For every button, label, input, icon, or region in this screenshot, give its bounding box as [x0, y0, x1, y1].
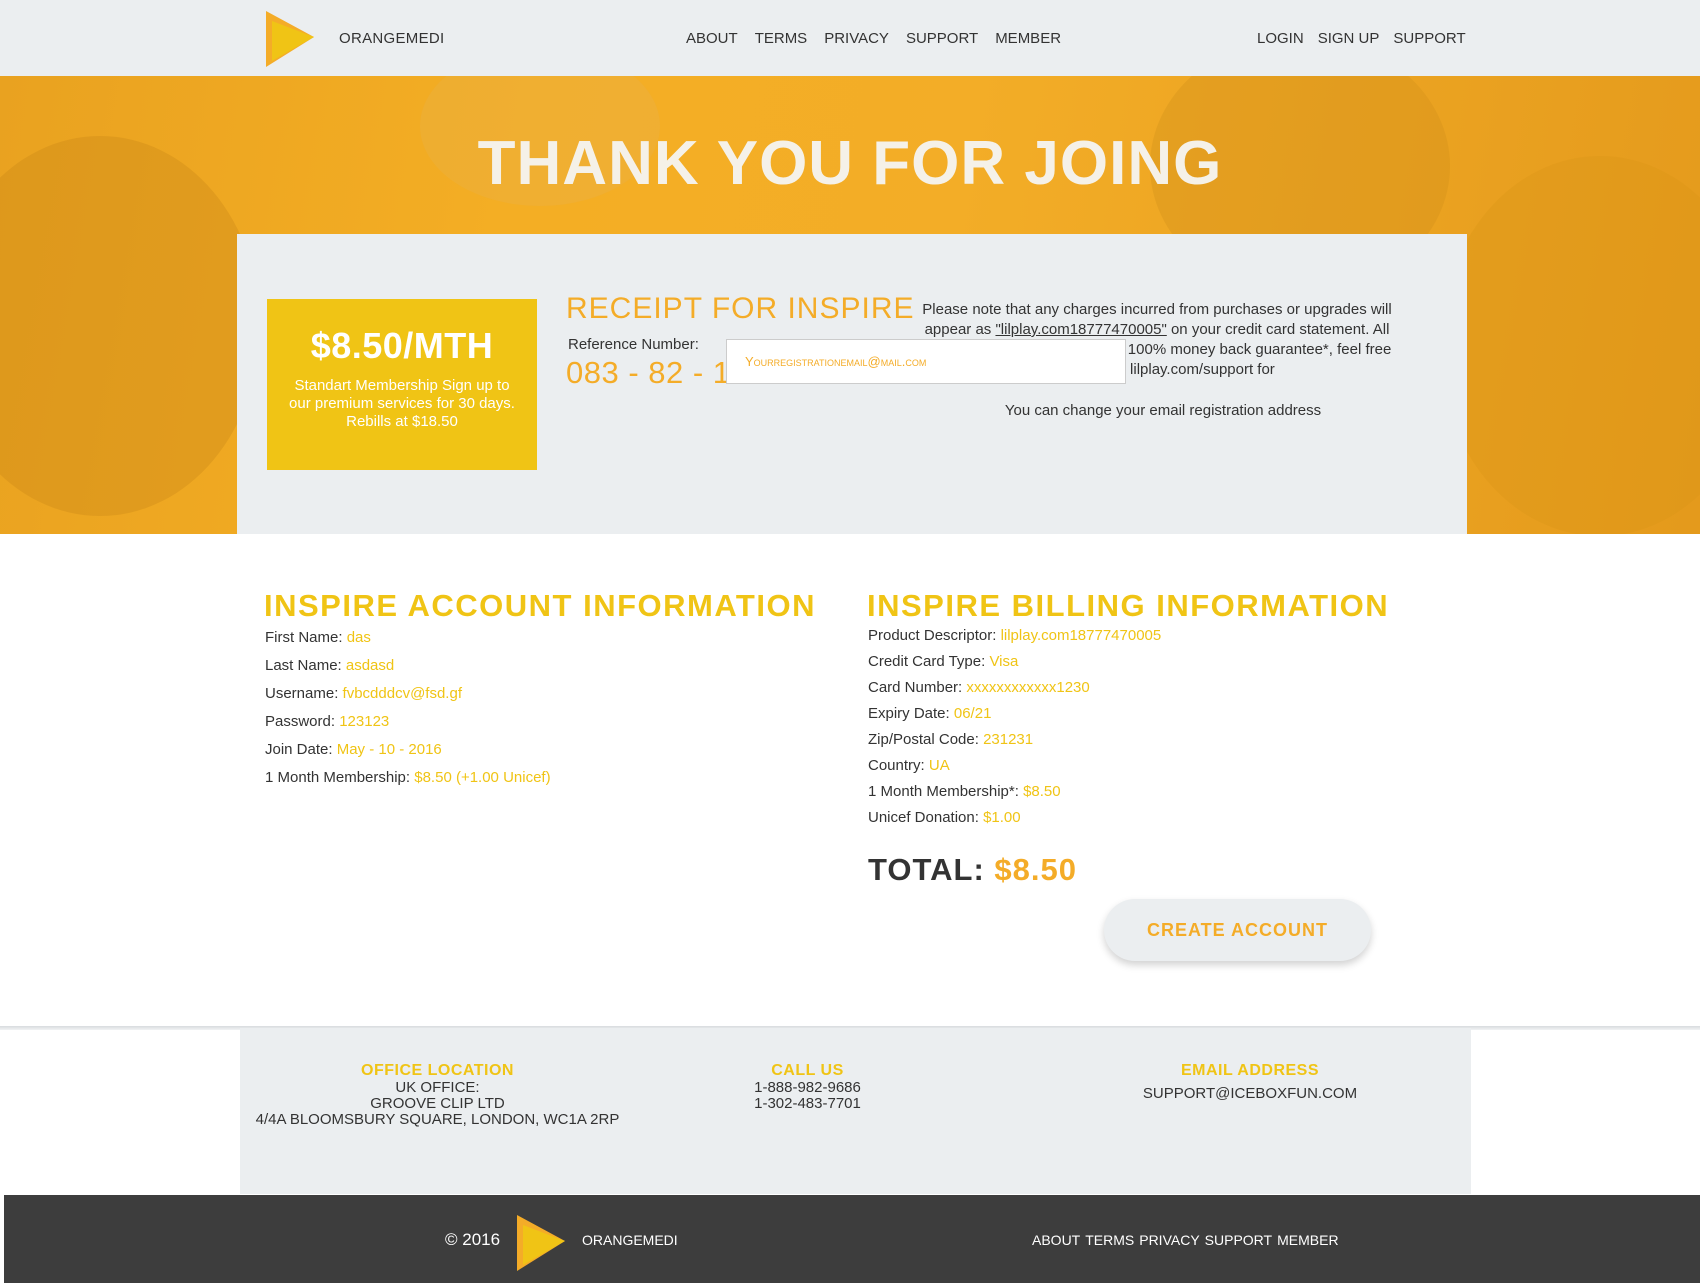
field-label: 1 Month Membership*: — [868, 783, 1019, 800]
nav-about[interactable]: ABOUT — [686, 30, 738, 47]
account-info-title: INSPIRE ACCOUNT INFORMATION — [264, 588, 816, 623]
email-field[interactable] — [726, 339, 1126, 384]
office-line: GROOVE CLIP LTD — [370, 1095, 505, 1112]
field-value: $1.00 — [983, 809, 1021, 826]
hero-banner: THANK YOU FOR JOING $8.50/MTH Standart M… — [0, 76, 1700, 534]
receipt-title: RECEIPT FOR INSPIRE — [566, 292, 915, 325]
footer-nav-support[interactable]: SUPPORT — [1205, 1232, 1272, 1248]
field-value: 123123 — [339, 713, 390, 730]
footer-brand[interactable]: ORANGEMEDI — [582, 1232, 678, 1248]
play-logo-icon[interactable] — [266, 11, 314, 67]
site-header: ORANGEMEDI ABOUT TERMS PRIVACY SUPPORT M… — [0, 0, 1700, 76]
field-value: asdasd — [345, 657, 395, 674]
field-value: lilplay.com18777470005 — [1000, 627, 1162, 644]
contact-section: OFFICE LOCATION UK OFFICE: GROOVE CLIP L… — [240, 1028, 1471, 1194]
field-label: Username: — [265, 685, 339, 702]
field-label: Credit Card Type: — [868, 653, 986, 670]
support-email-link[interactable]: SUPPORT@ICEBOXFUN.COM — [1100, 1086, 1400, 1102]
field-label: Unicef Donation: — [868, 809, 979, 826]
play-logo-icon[interactable] — [516, 1215, 566, 1271]
field-value: 231231 — [983, 731, 1034, 748]
field-value: fvbcdddcv@fsd.gf — [342, 685, 462, 702]
list-item: Expiry Date: 06/21 — [868, 705, 1161, 731]
email-heading: EMAIL ADDRESS — [1180, 1062, 1320, 1079]
plan-price: $8.50/MTH — [310, 325, 494, 366]
field-value: das — [346, 629, 371, 646]
email-address: EMAIL ADDRESS SUPPORT@ICEBOXFUN.COM — [1100, 1062, 1400, 1102]
phone-number[interactable]: 1-302-483-7701 — [660, 1096, 955, 1112]
list-item: Card Number: xxxxxxxxxxxx1230 — [868, 679, 1161, 705]
list-item: Password: 123123 — [265, 713, 551, 741]
field-value: UA — [928, 757, 950, 774]
field-label: Expiry Date: — [868, 705, 950, 722]
field-label: Password: — [265, 713, 336, 730]
account-nav: LOGIN SIGN UP SUPPORT — [1257, 30, 1466, 47]
list-item: 1 Month Membership: $8.50 (+1.00 Unicef) — [265, 769, 551, 797]
field-label: Join Date: — [265, 741, 333, 758]
login-link[interactable]: LOGIN — [1257, 30, 1304, 47]
nav-member[interactable]: MEMBER — [995, 30, 1061, 47]
footer-nav-terms[interactable]: TERMS — [1085, 1232, 1134, 1248]
nav-support[interactable]: SUPPORT — [906, 30, 978, 47]
support-link[interactable]: SUPPORT — [1393, 30, 1465, 47]
office-line: UK OFFICE: — [395, 1079, 480, 1096]
change-email-label: You can change your email registration a… — [1004, 402, 1322, 419]
footer-nav-about[interactable]: ABOUT — [1032, 1232, 1080, 1248]
list-item: 1 Month Membership*: $8.50 — [868, 783, 1161, 809]
page-title: THANK YOU FOR JOING — [477, 129, 1223, 198]
nav-terms[interactable]: TERMS — [755, 30, 808, 47]
footer-nav-member[interactable]: MEMBER — [1277, 1232, 1338, 1248]
billing-info-list: Product Descriptor: lilplay.com187774700… — [868, 627, 1161, 835]
field-value: $8.50 (+1.00 Unicef) — [414, 769, 551, 786]
list-item: Country: UA — [868, 757, 1161, 783]
nav-privacy[interactable]: PRIVACY — [824, 30, 889, 47]
field-label: First Name: — [265, 629, 343, 646]
main-nav: ABOUT TERMS PRIVACY SUPPORT MEMBER — [686, 30, 1061, 47]
call-us: CALL US 1-888-982-9686 1-302-483-7701 — [660, 1062, 955, 1112]
total-label: TOTAL: — [868, 852, 985, 887]
descriptor-link[interactable]: "lilplay.com18777470005" — [995, 321, 1166, 338]
list-item: Username: fvbcdddcv@fsd.gf — [265, 685, 551, 713]
field-value: xxxxxxxxxxxx1230 — [966, 679, 1090, 696]
list-item: First Name: das — [265, 629, 551, 657]
footer-nav-privacy[interactable]: PRIVACY — [1139, 1232, 1199, 1248]
account-info-list: First Name: das Last Name: asdasd Userna… — [265, 629, 551, 797]
list-item: Product Descriptor: lilplay.com187774700… — [868, 627, 1161, 653]
field-value: May - 10 - 2016 — [336, 741, 442, 758]
order-total: TOTAL: $8.50 — [868, 852, 1077, 888]
plan-description: Standart Membership Sign up to our premi… — [289, 377, 515, 430]
field-value: $8.50 — [1023, 783, 1061, 800]
office-location: OFFICE LOCATION UK OFFICE: GROOVE CLIP L… — [240, 1062, 635, 1128]
field-value: 06/21 — [953, 705, 992, 722]
signup-link[interactable]: SIGN UP — [1318, 30, 1380, 47]
list-item: Last Name: asdasd — [265, 657, 551, 685]
list-item: Zip/Postal Code: 231231 — [868, 731, 1161, 757]
total-value: $8.50 — [994, 852, 1077, 887]
receipt-panel: $8.50/MTH Standart Membership Sign up to… — [237, 234, 1467, 534]
field-label: Card Number: — [868, 679, 963, 696]
field-value: Visa — [989, 653, 1019, 670]
field-label: Zip/Postal Code: — [868, 731, 979, 748]
phone-number[interactable]: 1-888-982-9686 — [660, 1080, 955, 1096]
list-item: Credit Card Type: Visa — [868, 653, 1161, 679]
brand-name[interactable]: ORANGEMEDI — [339, 30, 445, 47]
field-label: 1 Month Membership: — [265, 769, 411, 786]
list-item: Unicef Donation: $1.00 — [868, 809, 1161, 835]
office-address: 4/4A BLOOMSBURY SQUARE, LONDON, WC1A 2RP — [255, 1111, 620, 1128]
create-account-button[interactable]: CREATE ACCOUNT — [1104, 899, 1371, 961]
footer-nav: ABOUT TERMS PRIVACY SUPPORT MEMBER — [1032, 1232, 1339, 1248]
copyright: © 2016 — [445, 1230, 501, 1249]
plan-card: $8.50/MTH Standart Membership Sign up to… — [267, 299, 537, 470]
field-label: Country: — [868, 757, 925, 774]
field-label: Product Descriptor: — [868, 627, 997, 644]
list-item: Join Date: May - 10 - 2016 — [265, 741, 551, 769]
site-footer: © 2016 ORANGEMEDI ABOUT TERMS PRIVACY SU… — [4, 1195, 1700, 1283]
office-heading: OFFICE LOCATION — [361, 1062, 514, 1079]
call-heading: CALL US — [771, 1062, 844, 1079]
billing-info-title: INSPIRE BILLING INFORMATION — [867, 588, 1390, 623]
field-label: Last Name: — [265, 657, 342, 674]
hero-photo-shape — [1440, 156, 1700, 534]
